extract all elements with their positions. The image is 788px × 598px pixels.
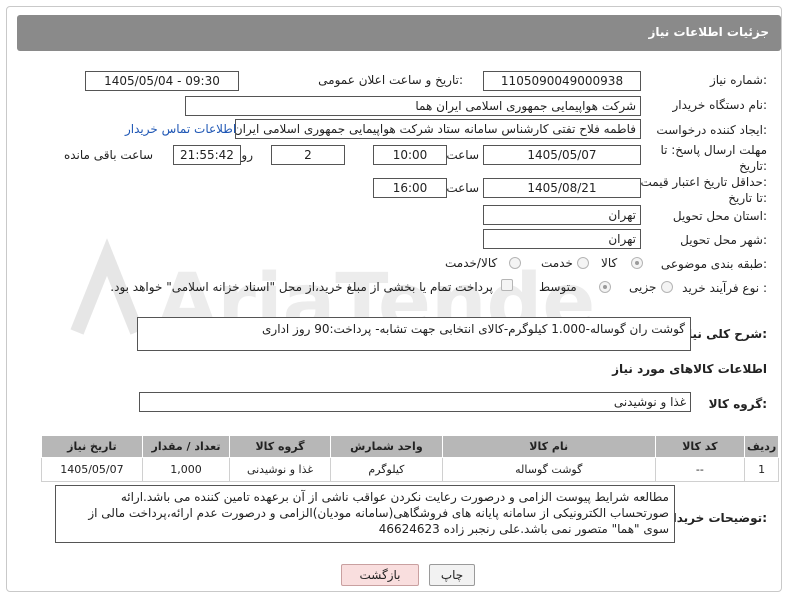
announce-label: تاریخ و ساعت اعلان عمومی: <box>318 73 463 87</box>
goods-group-label: گروه کالا: <box>708 397 767 411</box>
city-field: تهران <box>483 229 641 249</box>
goods-table: ردیف کد کالا نام کالا واحد شمارش گروه کا… <box>41 435 779 482</box>
deadline-time-field: 10:00 <box>373 145 447 165</box>
buyer-org-label: نام دستگاه خریدار: <box>672 98 768 112</box>
validity-date-field: 1405/08/21 <box>483 178 641 198</box>
cell-goods-name: گوشت گوساله <box>441 457 656 482</box>
print-button[interactable]: چاپ <box>429 564 475 586</box>
col-unit: واحد شمارش <box>329 435 443 458</box>
category-radio-goods-service[interactable] <box>509 257 521 269</box>
city-label: شهر محل تحویل: <box>680 233 767 247</box>
category-option-goods: کالا <box>601 256 618 270</box>
description-field: گوشت ران گوساله-1.000 کیلوگرم-کالای انتخ… <box>137 317 691 351</box>
cell-goods-code: -- <box>654 457 746 482</box>
validity-time-label: ساعت <box>446 181 479 195</box>
process-radio-partial[interactable] <box>661 281 673 293</box>
page-frame: جزئیات اطلاعات نیاز AriaTender.neT شماره… <box>6 6 782 592</box>
category-option-service: خدمت <box>541 256 573 270</box>
validity-time-field: 16:00 <box>373 178 447 198</box>
days-remaining-field: 2 <box>271 145 345 165</box>
cell-row-number: 1 <box>744 457 779 482</box>
col-goods-name: نام کالا <box>441 435 656 458</box>
description-label: شرح کلی نیاز: <box>681 327 767 341</box>
process-label: نوع فرآیند خرید : <box>682 281 767 295</box>
remaining-time-field: 21:55:42 <box>173 145 241 165</box>
deadline-label: مهلت ارسال پاسخ: تا <box>660 143 767 157</box>
buyer-org-field: شرکت هواپیمایی جمهوری اسلامی ایران هما <box>185 96 641 116</box>
buyer-notes-label: توضیحات خریدار: <box>665 511 767 525</box>
category-radio-service[interactable] <box>577 257 589 269</box>
col-goods-group: گروه کالا <box>229 435 331 458</box>
deadline-date-field: 1405/05/07 <box>483 145 641 165</box>
col-row-number: ردیف <box>744 435 779 458</box>
table-row: 1 -- گوشت گوساله کیلوگرم غذا و نوشیدنی 1… <box>41 457 779 482</box>
watermark-mark <box>70 238 144 335</box>
category-option-goods-service: کالا/خدمت <box>445 256 498 270</box>
validity-label-date: تا تاریخ: <box>728 191 767 205</box>
back-button[interactable]: بازگشت <box>341 564 419 586</box>
page-title: جزئیات اطلاعات نیاز <box>648 25 769 39</box>
category-label: طبقه بندی موضوعی: <box>660 257 767 271</box>
col-quantity: تعداد / مقدار <box>141 435 231 458</box>
treasury-payment-note: پرداخت تمام یا بخشی از مبلغ خرید،از محل … <box>110 280 493 294</box>
treasury-payment-checkbox[interactable] <box>501 279 513 291</box>
goods-group-field: غذا و نوشیدنی <box>139 392 691 412</box>
remaining-time-label: ساعت باقی مانده <box>63 148 153 162</box>
requester-field: فاطمه فلاح تفتی کارشناس سامانه ستاد شرکت… <box>235 119 641 139</box>
cell-quantity: 1,000 <box>141 457 231 482</box>
col-need-date: تاریخ نیاز <box>41 435 143 458</box>
announce-field: 1405/05/04 - 09:30 <box>85 71 239 91</box>
validity-label: حداقل تاریخ اعتبار قیمت: <box>640 175 767 189</box>
table-header-row: ردیف کد کالا نام کالا واحد شمارش گروه کا… <box>41 435 779 458</box>
process-option-medium: متوسط <box>539 280 577 294</box>
province-field: تهران <box>483 205 641 225</box>
goods-info-title: اطلاعات کالاهای مورد نیاز <box>612 362 767 376</box>
requester-label: ایجاد کننده درخواست: <box>656 123 767 137</box>
page-header: جزئیات اطلاعات نیاز <box>17 15 781 51</box>
province-label: استان محل تحویل: <box>672 209 767 223</box>
category-radio-goods[interactable] <box>631 257 643 269</box>
process-option-partial: جزیی <box>629 280 657 294</box>
deadline-label-date: تاریخ: <box>739 159 767 173</box>
need-number-field: 1105090049000938 <box>483 71 641 91</box>
col-goods-code: کد کالا <box>654 435 746 458</box>
process-radio-medium[interactable] <box>599 281 611 293</box>
cell-unit: کیلوگرم <box>329 457 443 482</box>
cell-goods-group: غذا و نوشیدنی <box>229 457 331 482</box>
need-number-label: شماره نیاز: <box>709 73 767 87</box>
buyer-notes-field: مطالعه شرایط پیوست الزامی و درصورت رعایت… <box>55 485 675 543</box>
cell-need-date: 1405/05/07 <box>41 457 143 482</box>
deadline-time-label: ساعت <box>446 148 479 162</box>
buyer-contact-link[interactable]: اطلاعات تماس خریدار <box>125 122 236 136</box>
